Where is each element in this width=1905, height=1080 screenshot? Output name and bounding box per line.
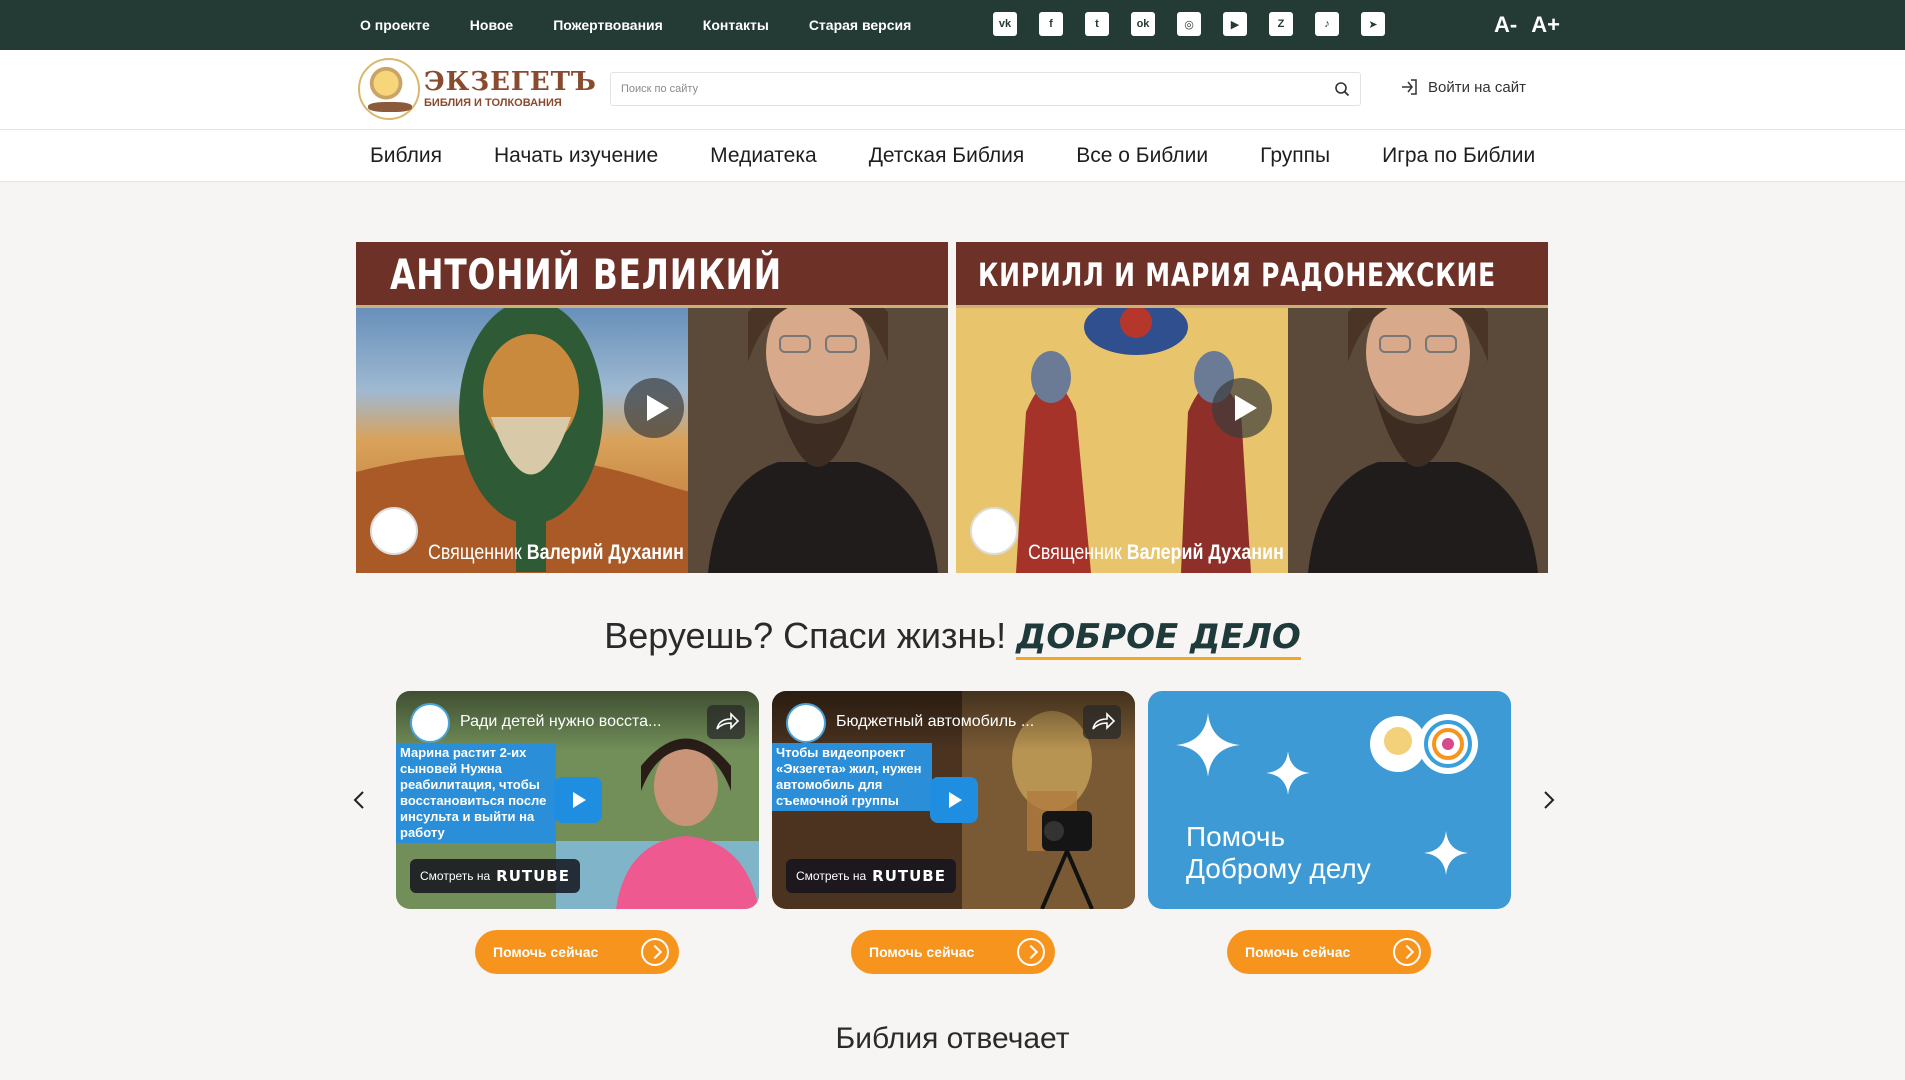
sparkle-icon (1176, 713, 1240, 777)
nav-item-bible[interactable]: Библия (370, 144, 442, 168)
top-link-new[interactable]: Новое (470, 17, 513, 33)
tiktok-icon[interactable]: ♪ (1315, 12, 1339, 36)
vk-icon[interactable]: vk (993, 12, 1017, 36)
facebook-icon[interactable]: f (1039, 12, 1063, 36)
logo-emblem-icon (358, 58, 420, 120)
main-nav: Библия Начать изучение Медиатека Детская… (0, 130, 1905, 182)
share-icon[interactable] (1083, 705, 1121, 739)
watch-on-rutube-button[interactable]: Смотреть на RUTUBE (410, 859, 580, 893)
arrow-right-circle-icon (1017, 938, 1045, 966)
partner-logos (1370, 714, 1478, 774)
nav-item-media[interactable]: Медиатека (710, 144, 817, 168)
nav-item-about-bible[interactable]: Все о Библии (1076, 144, 1208, 168)
nav-item-start-study[interactable]: Начать изучение (494, 144, 658, 168)
font-size-controls: A- A+ (1494, 12, 1560, 38)
chevron-right-icon[interactable] (1539, 788, 1559, 812)
instagram-icon[interactable]: ◎ (1177, 12, 1201, 36)
rutube-logo: RUTUBE (872, 867, 946, 885)
charity-video-card[interactable]: Бюджетный автомобиль ... Чтобы видеопрое… (772, 691, 1135, 909)
search-box (610, 72, 1361, 106)
play-icon[interactable] (930, 777, 978, 823)
hero-video-title: АНТОНИЙ ВЕЛИКИЙ (390, 250, 782, 299)
search-icon[interactable] (1334, 81, 1350, 97)
help-now-button[interactable]: Помочь сейчас (475, 930, 679, 974)
top-link-old-version[interactable]: Старая версия (809, 17, 911, 33)
good-deed-link[interactable]: ДОБРОЕ ДЕЛО (1016, 617, 1301, 660)
arrow-right-circle-icon (1393, 938, 1421, 966)
login-link[interactable]: Войти на сайт (1400, 78, 1526, 96)
site-header: ЭКЗЕГЕТЪ БИБЛИЯ И ТОЛКОВАНИЯ Войти на са… (0, 50, 1905, 130)
sparkle-icon (1266, 751, 1310, 795)
play-icon[interactable] (554, 777, 602, 823)
play-icon[interactable] (624, 378, 684, 438)
help-now-button[interactable]: Помочь сейчас (851, 930, 1055, 974)
watch-on-rutube-button[interactable]: Смотреть на RUTUBE (786, 859, 956, 893)
hero-video-kirill-maria[interactable]: КИРИЛЛ И МАРИЯ РАДОНЕЖСКИЕ Священник Вал… (956, 242, 1548, 573)
card-title: Ради детей нужно восста... (460, 713, 662, 730)
logo-subtitle: БИБЛИЯ И ТОЛКОВАНИЯ (424, 97, 562, 109)
logo-title: ЭКЗЕГЕТЪ (424, 67, 597, 97)
top-link-donations[interactable]: Пожертвования (553, 17, 663, 33)
top-link-about[interactable]: О проекте (360, 17, 430, 33)
youtube-icon[interactable]: ▶ (1223, 12, 1247, 36)
site-logo[interactable]: ЭКЗЕГЕТЪ БИБЛИЯ И ТОЛКОВАНИЯ (358, 56, 596, 122)
help-now-button[interactable]: Помочь сейчас (1227, 930, 1431, 974)
twitter-icon[interactable]: t (1085, 12, 1109, 36)
good-deed-heading: Веруешь? Спаси жизнь! ДОБРОЕ ДЕЛО (0, 615, 1905, 660)
login-label: Войти на сайт (1428, 78, 1527, 96)
section-title: Библия отвечает (835, 1022, 1070, 1055)
channel-avatar-icon (786, 703, 826, 743)
chevron-left-icon[interactable] (349, 788, 369, 812)
top-bar: О проекте Новое Пожертвования Контакты С… (0, 0, 1905, 50)
card-description: Чтобы видеопроект «Экзегета» жил, нужен … (772, 743, 932, 811)
font-decrease-button[interactable]: A- (1494, 12, 1517, 38)
channel-logo-icon (970, 507, 1018, 555)
play-icon[interactable] (1212, 378, 1272, 438)
card-title: Бюджетный автомобиль ... (836, 713, 1035, 730)
help-good-deed-card[interactable]: Помочь Доброму делу (1148, 691, 1511, 909)
zen-icon[interactable]: Z (1269, 12, 1293, 36)
arrow-right-circle-icon (641, 938, 669, 966)
rutube-logo: RUTUBE (496, 867, 570, 885)
help-card-text: Помочь Доброму делу (1186, 821, 1371, 884)
nav-item-bible-game[interactable]: Игра по Библии (1382, 144, 1535, 168)
odnoklassniki-icon[interactable]: ok (1131, 12, 1155, 36)
nav-item-groups[interactable]: Группы (1260, 144, 1330, 168)
share-icon[interactable] (707, 705, 745, 739)
sparkle-icon (1424, 831, 1468, 875)
top-link-contacts[interactable]: Контакты (703, 17, 769, 33)
login-icon (1402, 79, 1417, 95)
top-nav: О проекте Новое Пожертвования Контакты С… (360, 0, 911, 50)
charity-video-card[interactable]: Ради детей нужно восста... Марина растит… (396, 691, 759, 909)
nav-item-kids-bible[interactable]: Детская Библия (869, 144, 1025, 168)
telegram-icon[interactable]: ➤ (1361, 12, 1385, 36)
channel-logo-icon (370, 507, 418, 555)
search-input[interactable] (611, 73, 1291, 105)
social-links: vk f t ok ◎ ▶ Z ♪ ➤ (993, 12, 1385, 36)
hero-video-caption: Священник Валерий Духанин (428, 541, 684, 564)
card-description: Марина растит 2-их сыновей Нужна реабили… (396, 743, 556, 843)
hero-video-caption: Священник Валерий Духанин (1028, 541, 1284, 564)
hero-video-title: КИРИЛЛ И МАРИЯ РАДОНЕЖСКИЕ (978, 256, 1496, 294)
font-increase-button[interactable]: A+ (1531, 12, 1560, 38)
channel-avatar-icon (410, 703, 450, 743)
hero-video-antony[interactable]: АНТОНИЙ ВЕЛИКИЙ Священник Валерий Духани… (356, 242, 948, 573)
